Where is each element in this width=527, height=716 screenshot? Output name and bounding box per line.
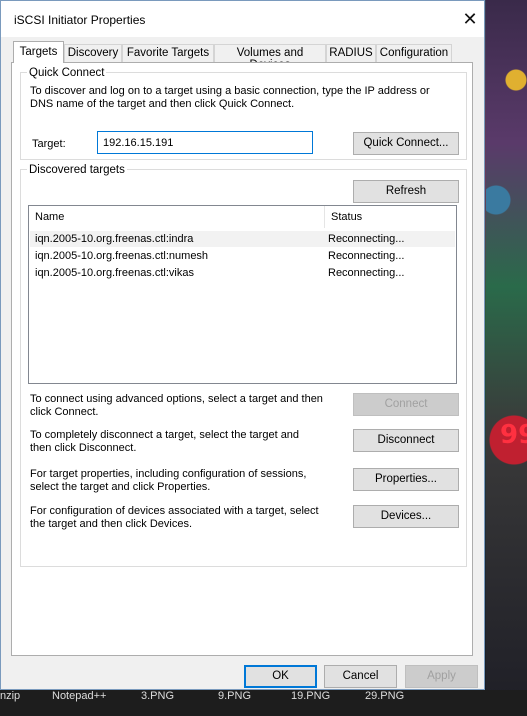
quick-connect-description: To discover and log on to a target using… xyxy=(30,85,430,110)
tab-configuration[interactable]: Configuration xyxy=(376,44,452,62)
table-row[interactable]: iqn.2005-10.org.freenas.ctl:vikas Reconn… xyxy=(30,265,455,281)
iscsi-properties-dialog: iSCSI Initiator Properties ✕ Targets Dis… xyxy=(0,0,485,690)
column-header-name[interactable]: Name xyxy=(29,206,325,228)
target-name: iqn.2005-10.org.freenas.ctl:indra xyxy=(35,233,194,245)
table-row[interactable]: iqn.2005-10.org.freenas.ctl:numesh Recon… xyxy=(30,248,455,264)
taskbar-item[interactable]: 29.PNG xyxy=(365,690,404,702)
taskbar-item[interactable]: 19.PNG xyxy=(291,690,330,702)
disconnect-description: To completely disconnect a target, selec… xyxy=(30,429,300,454)
quick-connect-button[interactable]: Quick Connect... xyxy=(353,132,459,155)
target-status: Reconnecting... xyxy=(328,250,405,262)
taskbar-item[interactable]: 9.PNG xyxy=(218,690,251,702)
taskbar-item[interactable]: nzip xyxy=(0,690,20,702)
window-title: iSCSI Initiator Properties xyxy=(14,13,146,27)
targets-list[interactable]: Name Status iqn.2005-10.org.freenas.ctl:… xyxy=(28,205,457,384)
properties-description: For target properties, including configu… xyxy=(30,468,307,493)
desktop-right-strip xyxy=(486,0,527,716)
refresh-button[interactable]: Refresh xyxy=(353,180,459,203)
column-header-status[interactable]: Status xyxy=(325,206,456,228)
devices-description: For configuration of devices associated … xyxy=(30,505,319,530)
tab-radius[interactable]: RADIUS xyxy=(326,44,376,62)
target-name: iqn.2005-10.org.freenas.ctl:numesh xyxy=(35,250,209,262)
connect-button[interactable]: Connect xyxy=(353,393,459,416)
tab-volumes-and-devices[interactable]: Volumes and Devices xyxy=(214,44,326,71)
discovered-targets-title: Discovered targets xyxy=(27,164,127,176)
tab-favorite-targets[interactable]: Favorite Targets xyxy=(122,44,214,62)
cancel-button[interactable]: Cancel xyxy=(324,665,397,688)
tab-targets[interactable]: Targets xyxy=(13,41,64,63)
taskbar-item[interactable]: Notepad++ xyxy=(52,690,106,702)
target-status: Reconnecting... xyxy=(328,267,405,279)
tab-discovery[interactable]: Discovery xyxy=(64,44,122,62)
connect-description: To connect using advanced options, selec… xyxy=(30,393,323,418)
apply-button[interactable]: Apply xyxy=(405,665,478,688)
properties-button[interactable]: Properties... xyxy=(353,468,459,491)
disconnect-button[interactable]: Disconnect xyxy=(353,429,459,452)
taskbar-item[interactable]: 3.PNG xyxy=(141,690,174,702)
desktop-wallpaper-text: 99 xyxy=(500,420,527,450)
table-row[interactable]: iqn.2005-10.org.freenas.ctl:indra Reconn… xyxy=(30,231,455,247)
taskbar: nzip Notepad++ 3.PNG 9.PNG 19.PNG 29.PNG xyxy=(0,690,527,716)
title-bar[interactable]: iSCSI Initiator Properties ✕ xyxy=(1,1,484,37)
quick-connect-title: Quick Connect xyxy=(27,67,107,79)
devices-button[interactable]: Devices... xyxy=(353,505,459,528)
target-input[interactable] xyxy=(97,131,313,154)
target-label: Target: xyxy=(32,138,66,150)
ok-button[interactable]: OK xyxy=(244,665,317,688)
target-status: Reconnecting... xyxy=(328,233,405,245)
close-icon[interactable]: ✕ xyxy=(457,7,483,31)
target-name: iqn.2005-10.org.freenas.ctl:vikas xyxy=(35,267,194,279)
